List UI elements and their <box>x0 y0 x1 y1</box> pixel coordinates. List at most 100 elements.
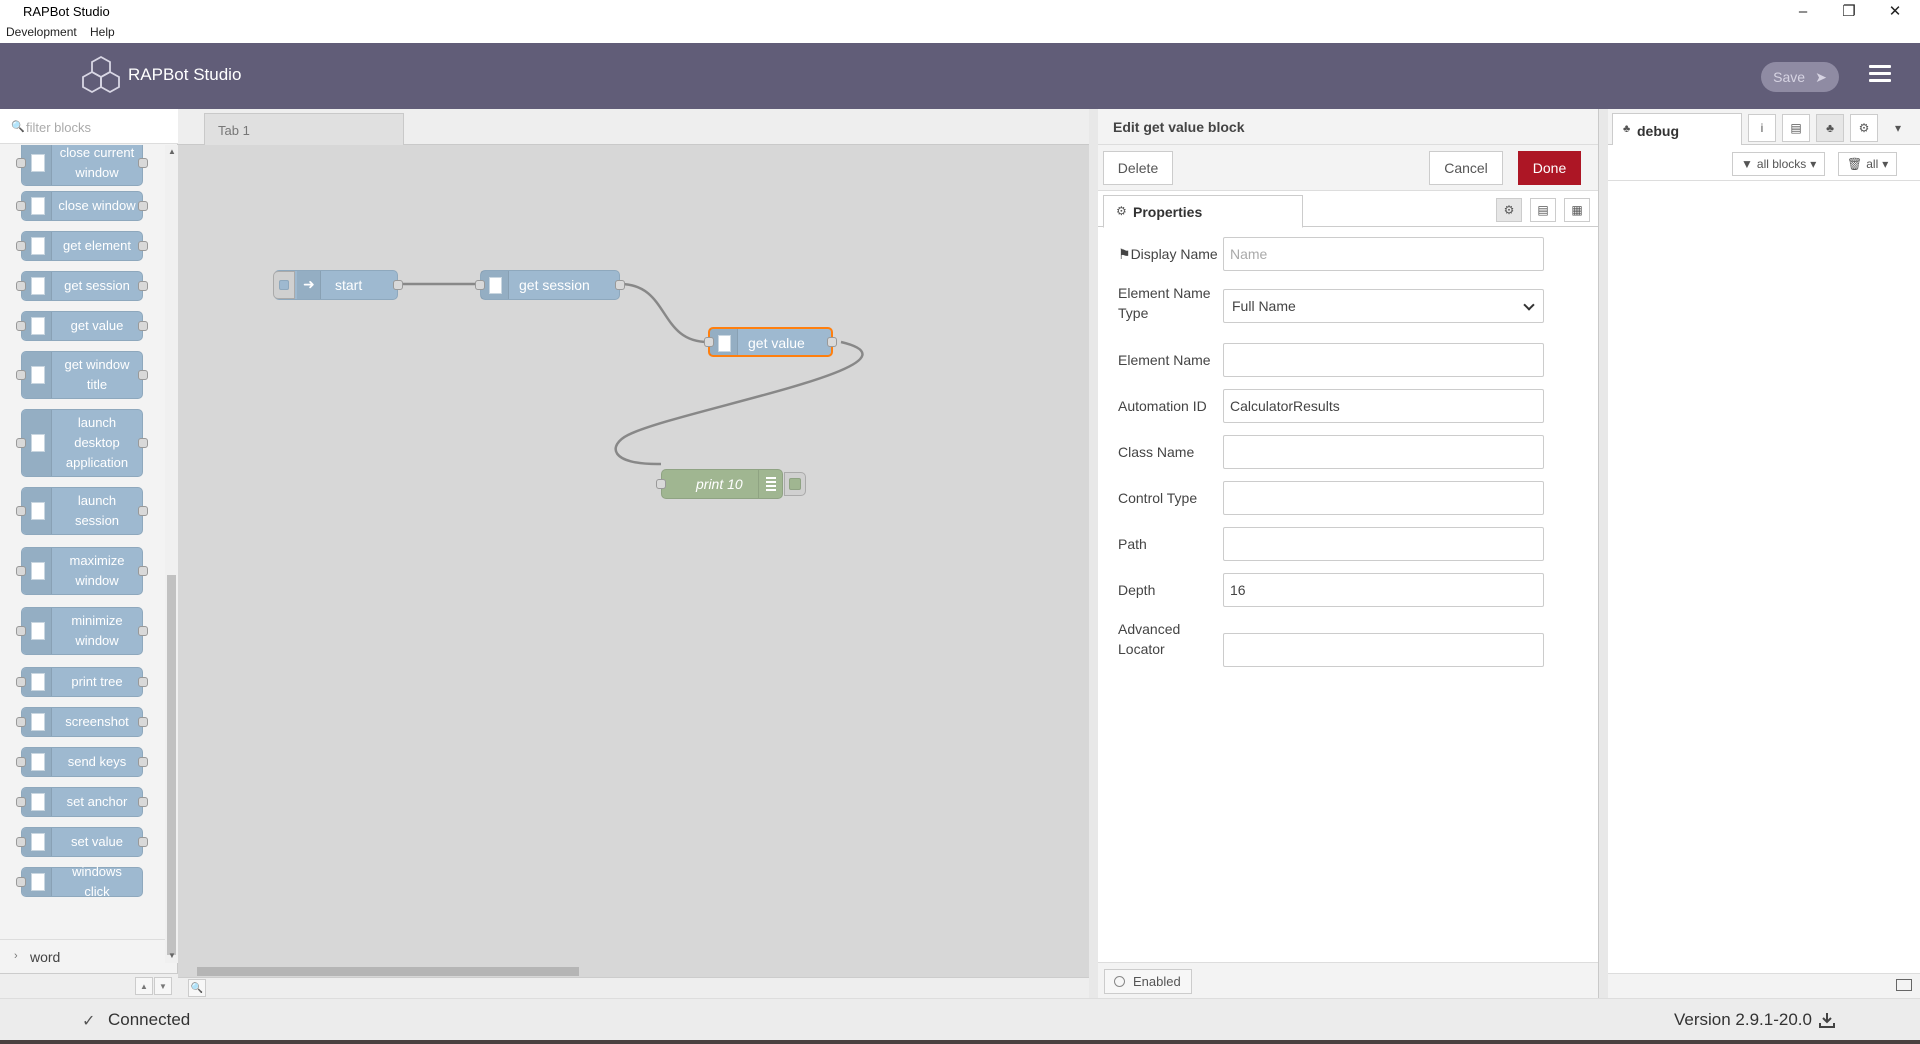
save-button[interactable]: Save ➤ <box>1761 62 1839 92</box>
flow-canvas[interactable]: ➜ start get session get value print 10 <box>178 145 1089 965</box>
flow-node-get-session[interactable]: get session <box>475 270 625 300</box>
document-icon <box>710 329 738 355</box>
palette-node-windows-click[interactable]: windows click <box>16 864 143 899</box>
automation-id-input[interactable] <box>1223 389 1544 423</box>
book-icon[interactable]: ▤ <box>1782 114 1810 142</box>
control-type-input[interactable] <box>1223 481 1544 515</box>
palette-scrollbar[interactable]: ▲ ▼ <box>165 145 178 963</box>
description-icon[interactable]: ▤ <box>1530 198 1556 222</box>
palette-node-label: get element <box>63 238 131 253</box>
palette-node-close-window[interactable]: close window <box>16 191 148 221</box>
palette-category-word[interactable]: › word <box>0 939 165 973</box>
flow-node-label: get session <box>519 277 590 293</box>
enabled-toggle[interactable]: Enabled <box>1104 969 1192 994</box>
document-icon <box>22 548 52 594</box>
monitor-icon[interactable] <box>1896 979 1912 991</box>
cancel-button[interactable]: Cancel <box>1429 151 1503 185</box>
search-flows-icon[interactable]: 🔍 <box>188 979 206 997</box>
path-input[interactable] <box>1223 527 1544 561</box>
class-name-input[interactable] <box>1223 435 1544 469</box>
output-port[interactable] <box>615 280 625 290</box>
expand-all-icon[interactable]: ▼ <box>154 977 172 995</box>
scroll-up-icon[interactable]: ▲ <box>168 147 176 156</box>
palette-node-launch-session[interactable]: launch session <box>16 487 148 535</box>
display-name-input[interactable] <box>1223 237 1544 271</box>
clear-debug-dropdown[interactable]: 🗑 all ▾ <box>1838 152 1898 176</box>
advanced-locator-input[interactable] <box>1223 633 1544 667</box>
tab-1[interactable]: Tab 1 <box>204 113 404 146</box>
menu-help[interactable]: Help <box>90 25 115 39</box>
palette-node-set-value[interactable]: set value <box>16 827 148 857</box>
tab-label: Tab 1 <box>218 123 250 138</box>
palette-node-label: screenshot <box>65 714 129 729</box>
menu-bar: Development Help <box>0 22 1920 43</box>
palette-node-minimize-window[interactable]: minimize window <box>16 607 148 655</box>
palette-node-screenshot[interactable]: screenshot <box>16 707 148 737</box>
document-icon <box>22 232 52 260</box>
close-icon[interactable]: ✕ <box>1872 0 1918 22</box>
minimize-icon[interactable]: – <box>1780 0 1826 22</box>
flow-node-label: start <box>335 277 363 293</box>
inject-button[interactable] <box>273 271 295 299</box>
collapse-all-icon[interactable]: ▲ <box>135 977 153 995</box>
flow-node-get-value[interactable]: get value <box>704 327 837 357</box>
flow-node-start[interactable]: ➜ start <box>273 270 403 300</box>
delete-button[interactable]: Delete <box>1103 151 1173 185</box>
done-button[interactable]: Done <box>1518 151 1581 185</box>
download-icon[interactable] <box>1818 1011 1836 1029</box>
output-port[interactable] <box>393 280 403 290</box>
info-icon[interactable]: i <box>1748 114 1776 142</box>
filter-nodes-dropdown[interactable]: ▼ all blocks ▾ <box>1732 152 1826 176</box>
element-name-type-select[interactable]: Full Name <box>1223 289 1544 323</box>
input-port[interactable] <box>656 479 666 489</box>
debug-toggle-button[interactable] <box>784 472 806 496</box>
output-port[interactable] <box>827 337 837 347</box>
document-icon <box>22 352 52 398</box>
palette-scroll-thumb[interactable] <box>167 575 176 955</box>
depth-input[interactable] <box>1223 573 1544 607</box>
chevron-right-icon: › <box>14 950 18 962</box>
palette-node-maximize-window[interactable]: maximize window <box>16 547 148 595</box>
rocket-icon: ➤ <box>1815 68 1827 85</box>
class-name-label: Class Name <box>1118 444 1195 460</box>
filter-nodes-label: all blocks <box>1756 157 1807 171</box>
settings-gear-icon[interactable]: ⚙ <box>1496 198 1522 222</box>
palette-filter[interactable]: 🔍 filter blocks <box>0 109 178 144</box>
flow-node-print[interactable]: print 10 <box>656 469 806 499</box>
workspace-horizontal-scrollbar[interactable] <box>178 965 1089 977</box>
control-type-label: Control Type <box>1118 490 1198 506</box>
palette-node-get-value[interactable]: get value <box>16 311 148 341</box>
input-port[interactable] <box>704 337 714 347</box>
input-port[interactable] <box>475 280 485 290</box>
circle-icon <box>1114 976 1125 987</box>
palette-node-launch-desktop-application[interactable]: launch desktop application <box>16 409 148 477</box>
palette-node-get-window-title[interactable]: get window title <box>16 351 148 399</box>
palette-node-label: send keys <box>67 754 127 769</box>
chevron-down-icon[interactable]: ▾ <box>1884 114 1912 142</box>
palette-node-get-element[interactable]: get element <box>16 231 148 261</box>
palette-node-set-anchor[interactable]: set anchor <box>16 787 148 817</box>
status-bar: ✓ Connected Version 2.9.1-20.0 <box>0 998 1920 1040</box>
menu-development[interactable]: Development <box>6 25 77 39</box>
tray-title: Edit get value block <box>1113 119 1245 135</box>
palette-filter-input[interactable]: filter blocks <box>26 120 91 135</box>
path-label: Path <box>1118 536 1147 552</box>
sidebar-tabs: ♣ debug i ▤ ♣ ⚙ ▾ <box>1608 109 1920 146</box>
palette-node-print-tree[interactable]: print tree <box>16 667 148 697</box>
appearance-icon[interactable]: ▦ <box>1564 198 1590 222</box>
tab-debug-label: debug <box>1637 123 1679 139</box>
tray-header: Edit get value block <box>1098 109 1598 145</box>
palette-node-close-current-window[interactable]: close current window <box>16 145 148 186</box>
workspace-scroll-thumb[interactable] <box>197 967 579 976</box>
bug-icon[interactable]: ♣ <box>1816 114 1844 142</box>
element-name-input[interactable] <box>1223 343 1544 377</box>
tab-properties[interactable]: ⚙ Properties <box>1103 195 1303 228</box>
palette-node-send-keys[interactable]: send keys <box>16 747 148 777</box>
edit-tray: Edit get value block Delete Cancel Done … <box>1089 109 1599 998</box>
tab-debug[interactable]: ♣ debug <box>1612 113 1742 146</box>
scroll-down-icon[interactable]: ▼ <box>168 951 176 960</box>
palette-node-get-session[interactable]: get session <box>16 271 148 301</box>
gear-icon[interactable]: ⚙ <box>1850 114 1878 142</box>
restore-icon[interactable]: ❐ <box>1826 0 1872 22</box>
hamburger-menu-icon[interactable] <box>1869 65 1891 85</box>
